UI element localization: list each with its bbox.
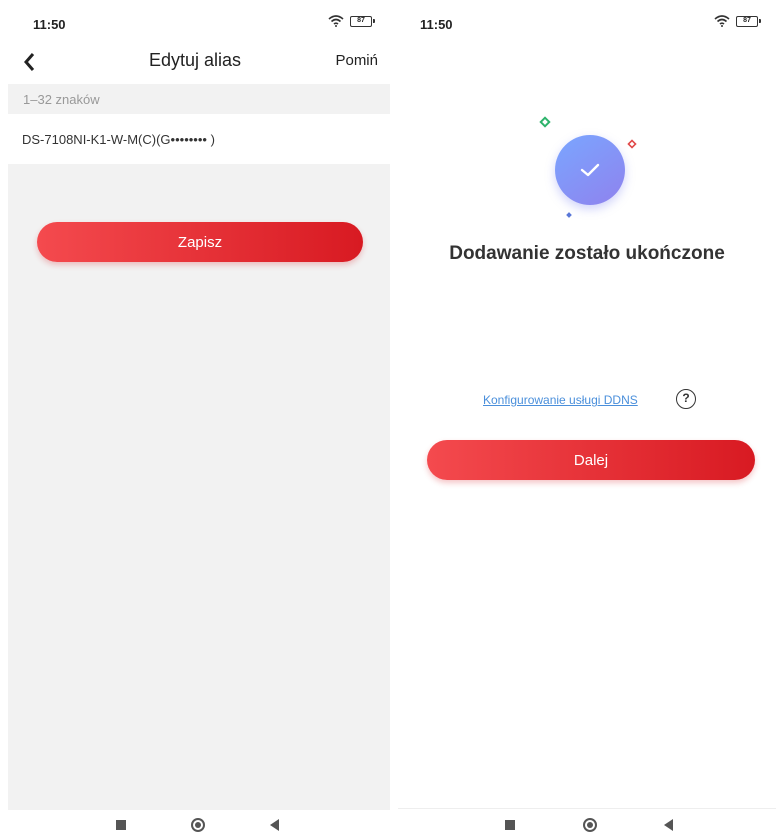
success-illustration bbox=[528, 112, 658, 227]
checkmark-icon bbox=[580, 163, 600, 177]
status-bar: 11:50 87 bbox=[0, 0, 390, 40]
battery-icon: 87 bbox=[350, 15, 375, 27]
alias-input[interactable] bbox=[8, 114, 390, 164]
status-icons: 87 bbox=[328, 15, 375, 27]
system-nav-bar bbox=[398, 810, 776, 838]
status-time: 11:50 bbox=[33, 17, 66, 32]
question-mark-icon[interactable]: ? bbox=[676, 389, 696, 409]
next-button[interactable]: Dalej bbox=[427, 440, 755, 480]
back-triangle-icon[interactable] bbox=[664, 819, 673, 831]
status-time: 11:50 bbox=[420, 17, 453, 32]
add-complete-screen: 11:50 87 Dodawanie zostało ukończone Kon… bbox=[398, 0, 776, 838]
red-diamond-icon bbox=[627, 139, 637, 149]
top-nav-bar: Edytuj alias Pomiń bbox=[0, 44, 390, 80]
divider bbox=[398, 808, 776, 809]
status-bar: 11:50 87 bbox=[398, 0, 776, 40]
wifi-icon bbox=[328, 15, 344, 27]
status-icons: 87 bbox=[714, 15, 761, 27]
alias-hint: 1–32 znaków bbox=[23, 92, 100, 107]
wifi-icon bbox=[714, 15, 730, 27]
battery-icon: 87 bbox=[736, 15, 761, 27]
ddns-config-link[interactable]: Konfigurowanie usługi DDNS bbox=[483, 393, 638, 407]
edit-alias-screen: 11:50 87 Edytuj alias Pomiń 1–32 znaków … bbox=[0, 0, 390, 838]
system-nav-bar bbox=[0, 810, 390, 838]
recent-apps-square-icon[interactable] bbox=[116, 820, 126, 830]
completion-title: Dodawanie zostało ukończone bbox=[449, 243, 725, 264]
blue-diamond-icon bbox=[566, 212, 572, 218]
recent-apps-square-icon[interactable] bbox=[505, 820, 515, 830]
save-button[interactable]: Zapisz bbox=[37, 222, 363, 262]
page-title: Edytuj alias bbox=[148, 50, 242, 70]
ddns-row: Konfigurowanie usługi DDNS ? bbox=[398, 387, 776, 411]
home-circle-icon[interactable] bbox=[191, 818, 205, 832]
alias-hint-row: 1–32 znaków bbox=[8, 84, 390, 114]
success-badge bbox=[555, 135, 625, 205]
home-circle-icon[interactable] bbox=[583, 818, 597, 832]
back-triangle-icon[interactable] bbox=[270, 819, 279, 831]
green-diamond-icon bbox=[539, 116, 551, 128]
skip-button[interactable]: Pomiń bbox=[335, 52, 378, 69]
